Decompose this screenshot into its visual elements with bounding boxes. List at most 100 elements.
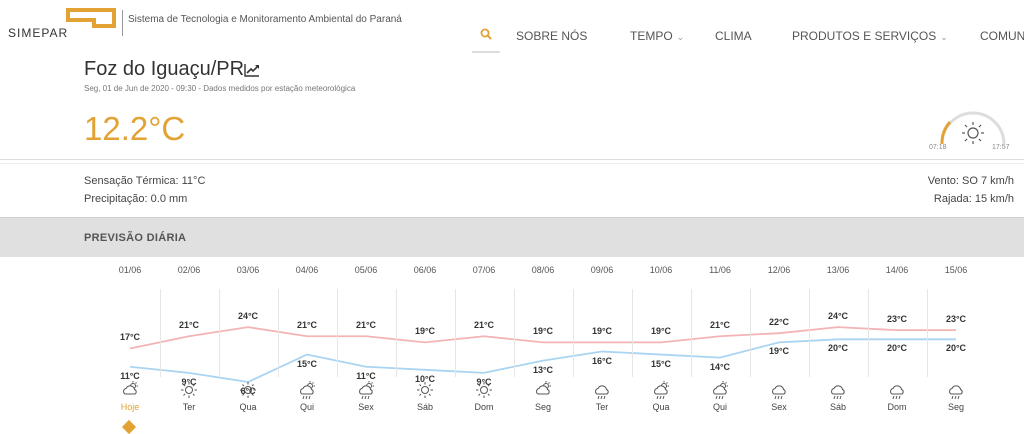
max-temp-label: 22°C (768, 317, 790, 328)
day-tab[interactable]: Seg (927, 402, 986, 412)
day-tab[interactable]: Sáb (396, 402, 455, 412)
max-temp-label: 19°C (532, 326, 554, 337)
feels-like: Sensação Térmica: 11°C (84, 175, 206, 187)
max-temp-label: 21°C (709, 320, 731, 331)
day-tab[interactable]: Seg (514, 402, 573, 412)
column-divider (867, 289, 869, 377)
wind: Vento: SO 7 km/h (927, 175, 1014, 187)
column-divider (926, 289, 928, 377)
column-divider (218, 289, 220, 377)
column-divider (808, 289, 810, 377)
chart-trend-icon[interactable] (244, 63, 260, 77)
column-divider (454, 289, 456, 377)
forecast-date: 10/06 (649, 265, 673, 275)
max-temp-label: 21°C (178, 320, 200, 331)
nav-tempo[interactable]: TEMPO ⌄ (630, 29, 684, 43)
day-tab[interactable]: Qui (691, 402, 750, 412)
forecast-date: 08/06 (531, 265, 555, 275)
forecast-date: 14/06 (885, 265, 909, 275)
column-divider (277, 289, 279, 377)
sunrise-time: 07:18 (929, 144, 947, 151)
max-temp-label: 17°C (119, 332, 141, 343)
max-temp-label: 23°C (886, 314, 908, 325)
column-divider (749, 289, 751, 377)
day-tab[interactable]: Qua (632, 402, 691, 412)
day-tab[interactable]: Sáb (809, 402, 868, 412)
observation-subtitle: Seg, 01 de Jun de 2020 - 09:30 - Dados m… (84, 84, 356, 93)
forecast-date: 03/06 (236, 265, 260, 275)
max-temp-label: 23°C (945, 314, 967, 325)
city-title: Foz do Iguaçu/PR (84, 58, 245, 80)
min-temp-label: 20°C (886, 343, 908, 354)
forecast-date: 07/06 (472, 265, 496, 275)
rain-icon (890, 385, 904, 400)
forecast-date: 06/06 (413, 265, 437, 275)
search-icon (480, 28, 492, 40)
column-divider (159, 289, 161, 377)
column-divider (631, 289, 633, 377)
logo-divider (122, 10, 123, 36)
precipitation: Precipitação: 0.0 mm (84, 193, 188, 205)
day-tab[interactable]: Hoje (101, 402, 160, 412)
rain-icon (831, 385, 845, 400)
forecast-date: 13/06 (826, 265, 850, 275)
sun-cloud-icon (536, 381, 551, 395)
sun-rain-icon (359, 381, 374, 400)
max-temp-label: 19°C (414, 326, 436, 337)
sun-icon (962, 122, 984, 144)
max-temp-label: 24°C (827, 311, 849, 322)
forecast-date: 01/06 (118, 265, 142, 275)
forecast-date: 12/06 (767, 265, 791, 275)
column-divider (572, 289, 574, 377)
sun-rain-icon (713, 381, 728, 400)
column-divider (690, 289, 692, 377)
daily-forecast: 01/06 17°C 11°C Hoje 02/06 21°C 9°C Ter 03/06 24°… (0, 257, 1024, 434)
forecast-date: 04/06 (295, 265, 319, 275)
sun-icon (476, 382, 492, 398)
min-temp-label: 20°C (945, 343, 967, 354)
section-title: PREVISÃO DIÁRIA (84, 232, 187, 244)
max-temp-label: 19°C (650, 326, 672, 337)
day-tab[interactable]: Dom (868, 402, 927, 412)
max-temp-label: 19°C (591, 326, 613, 337)
nav-sobre-nos[interactable]: SOBRE NÓS (516, 29, 587, 43)
day-tab[interactable]: Ter (160, 402, 219, 412)
min-temp-label: 15°C (650, 358, 672, 369)
day-tab[interactable]: Sex (750, 402, 809, 412)
min-temp-label: 13°C (532, 364, 554, 375)
logo-tagline: Sistema de Tecnologia e Monitoramento Am… (128, 14, 402, 25)
sunset-time: 17:57 (992, 144, 1010, 151)
column-divider (395, 289, 397, 377)
rain-icon (772, 385, 786, 400)
column-divider (513, 289, 515, 377)
day-tab[interactable]: Sex (337, 402, 396, 412)
forecast-date: 11/06 (709, 265, 731, 275)
current-temperature: 12.2°C (84, 110, 186, 147)
daily-forecast-header: PREVISÃO DIÁRIA (0, 217, 1024, 257)
max-temp-label: 21°C (296, 320, 318, 331)
nav-comunicacao[interactable]: COMUN (980, 29, 1024, 43)
min-temp-label: 20°C (827, 343, 849, 354)
max-temp-label: 21°C (473, 320, 495, 331)
site-header: SIMEPAR Sistema de Tecnologia e Monitora… (0, 0, 1024, 60)
day-tab[interactable]: Qua (219, 402, 278, 412)
rain-icon (595, 385, 609, 400)
day-tab[interactable]: Qui (278, 402, 337, 412)
search-button[interactable] (472, 17, 500, 53)
nav-produtos-servicos[interactable]: PRODUTOS E SERVIÇOS ⌄ (792, 29, 948, 43)
divider (0, 163, 1024, 164)
column-divider (336, 289, 338, 377)
min-temp-label: 16°C (591, 355, 613, 366)
day-tab[interactable]: Ter (573, 402, 632, 412)
nav-clima[interactable]: CLIMA (715, 29, 752, 43)
forecast-date: 02/06 (177, 265, 201, 275)
day-tab[interactable]: Dom (455, 402, 514, 412)
chevron-down-icon: ⌄ (940, 32, 948, 42)
sun-icon (417, 382, 433, 398)
forecast-date: 15/06 (944, 265, 968, 275)
min-temp-label: 15°C (296, 358, 318, 369)
main-nav (472, 17, 500, 53)
min-temp-label: 14°C (709, 361, 731, 372)
logo-wordmark: SIMEPAR (8, 26, 69, 40)
sun-icon (181, 382, 197, 398)
